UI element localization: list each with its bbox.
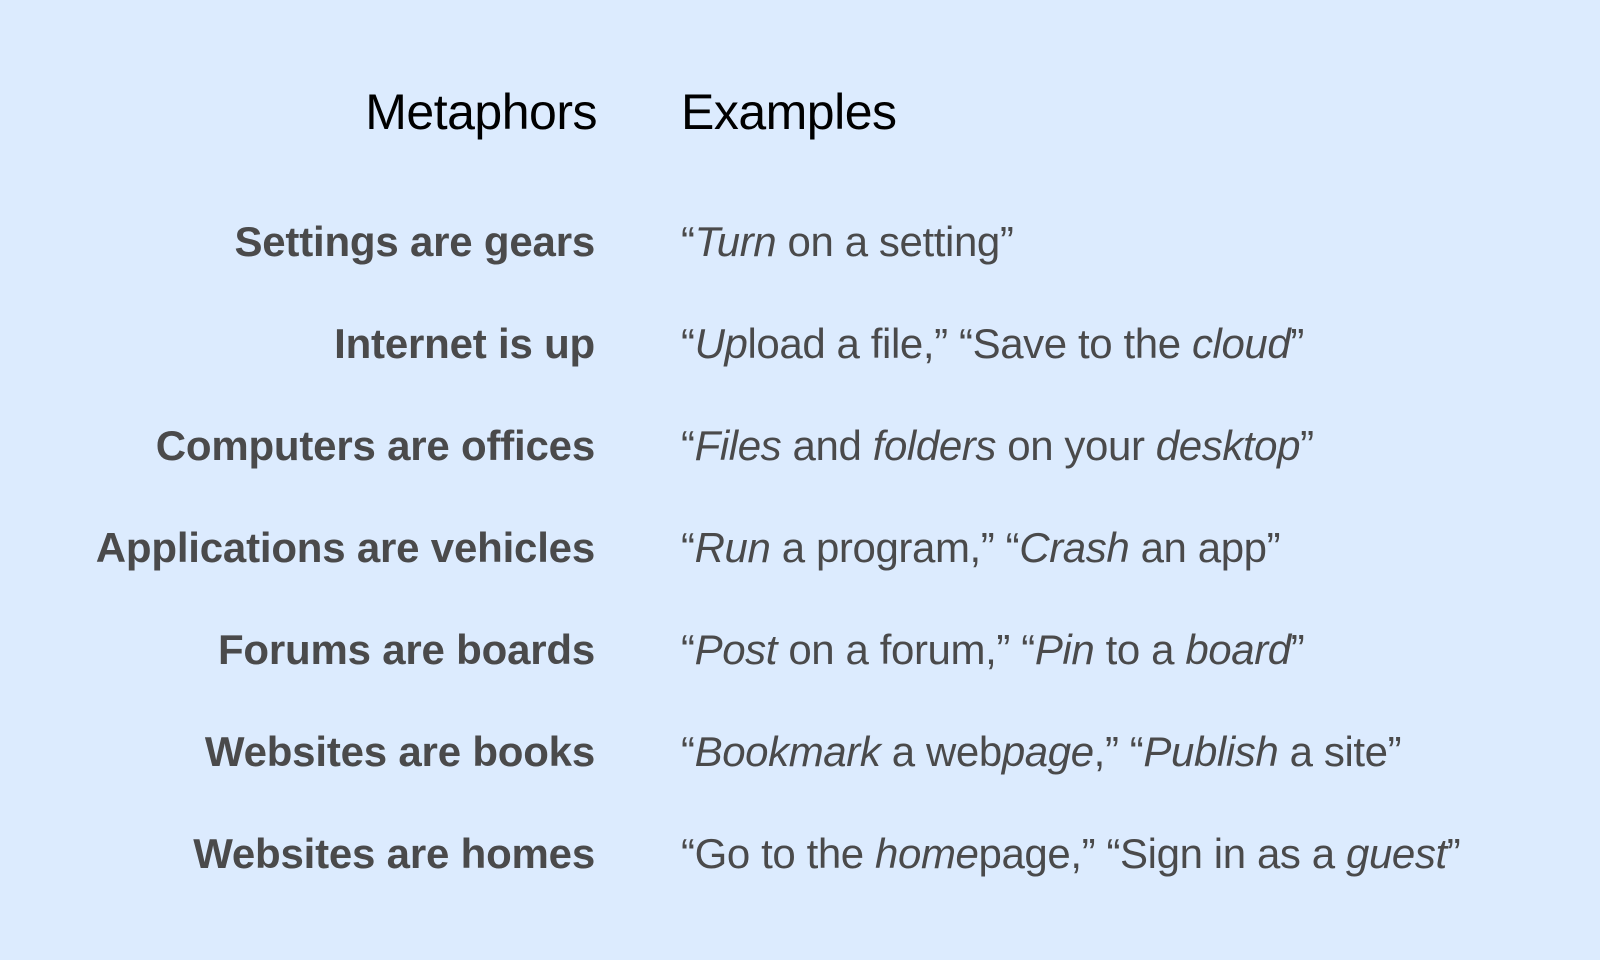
example-segment: load a file,” “Save to the <box>747 320 1192 367</box>
example-text: “Post on a forum,” “Pin to a board” <box>681 620 1305 680</box>
table-row: Websites are books “Bookmark a webpage,” … <box>0 722 1600 782</box>
table-row: Internet is up “Upload a file,” “Save to … <box>0 314 1600 374</box>
example-segment: on your <box>995 422 1156 469</box>
table-row: Computers are offices “Files and folders … <box>0 416 1600 476</box>
example-segment: “Go to the <box>681 830 876 877</box>
example-text: “Bookmark a webpage,” “Publish a site” <box>681 722 1402 782</box>
emphasized-word: page <box>1001 728 1094 775</box>
metaphor-label: Applications are vehicles <box>95 524 595 571</box>
example-text: “Go to the homepage,” “Sign in as a gues… <box>681 824 1461 884</box>
example-segment: ” <box>1446 830 1461 877</box>
example-segment: a web <box>880 728 1002 775</box>
emphasized-word: desktop <box>1155 422 1301 469</box>
table-row: Applications are vehicles “Run a program,… <box>0 518 1600 578</box>
example-segment: on a setting” <box>776 218 1014 265</box>
metaphor-label: Websites are books <box>204 728 595 775</box>
emphasized-word: home <box>875 830 979 877</box>
example-segment: an app” <box>1129 524 1281 571</box>
emphasized-word: Run <box>694 524 771 571</box>
example-text: “Upload a file,” “Save to the cloud” <box>681 314 1304 374</box>
metaphor-label: Forums are boards <box>217 626 595 673</box>
example-segment: a site” <box>1278 728 1402 775</box>
example-segment: ,” “ <box>1093 728 1144 775</box>
metaphors-column-header: Metaphors <box>365 84 597 140</box>
example-segment: “ <box>681 728 695 775</box>
emphasized-word: Pin <box>1034 626 1095 673</box>
example-segment: ” <box>1290 626 1305 673</box>
example-segment: and <box>781 422 873 469</box>
emphasized-word: Crash <box>1019 524 1130 571</box>
emphasized-word: Turn <box>694 218 777 265</box>
example-segment: “ <box>681 524 695 571</box>
metaphor-label: Internet is up <box>334 320 595 367</box>
emphasized-word: Post <box>694 626 778 673</box>
example-segment: on a forum,” “ <box>777 626 1035 673</box>
example-segment: ” <box>1290 320 1304 367</box>
example-segment: page,” “Sign in as a <box>978 830 1347 877</box>
example-text: “Files and folders on your desktop” <box>681 416 1314 476</box>
example-segment: ” <box>1300 422 1314 469</box>
emphasized-word: Up <box>694 320 748 367</box>
emphasized-word: board <box>1185 626 1291 673</box>
table-row: Forums are boards “Post on a forum,” “Pin… <box>0 620 1600 680</box>
table-row: Settings are gears “Turn on a setting” <box>0 212 1600 272</box>
emphasized-word: folders <box>872 422 997 469</box>
emphasized-word: Bookmark <box>694 728 881 775</box>
examples-column-header: Examples <box>681 84 897 140</box>
example-segment: “ <box>681 320 695 367</box>
metaphor-label: Settings are gears <box>234 218 595 265</box>
example-text: “Turn on a setting” <box>681 212 1014 272</box>
example-segment: “ <box>681 218 695 265</box>
emphasized-word: Publish <box>1143 728 1279 775</box>
example-text: “Run a program,” “Crash an app” <box>681 518 1281 578</box>
example-segment: “ <box>681 422 695 469</box>
example-segment: “ <box>681 626 695 673</box>
emphasized-word: Files <box>694 422 782 469</box>
emphasized-word: guest <box>1346 830 1447 877</box>
metaphor-label: Websites are homes <box>193 830 595 877</box>
example-segment: to a <box>1094 626 1186 673</box>
example-segment: a program,” “ <box>770 524 1020 571</box>
emphasized-word: cloud <box>1191 320 1291 367</box>
metaphor-label: Computers are offices <box>155 422 595 469</box>
table-row: Websites are homes “Go to the homepage,” … <box>0 824 1600 884</box>
